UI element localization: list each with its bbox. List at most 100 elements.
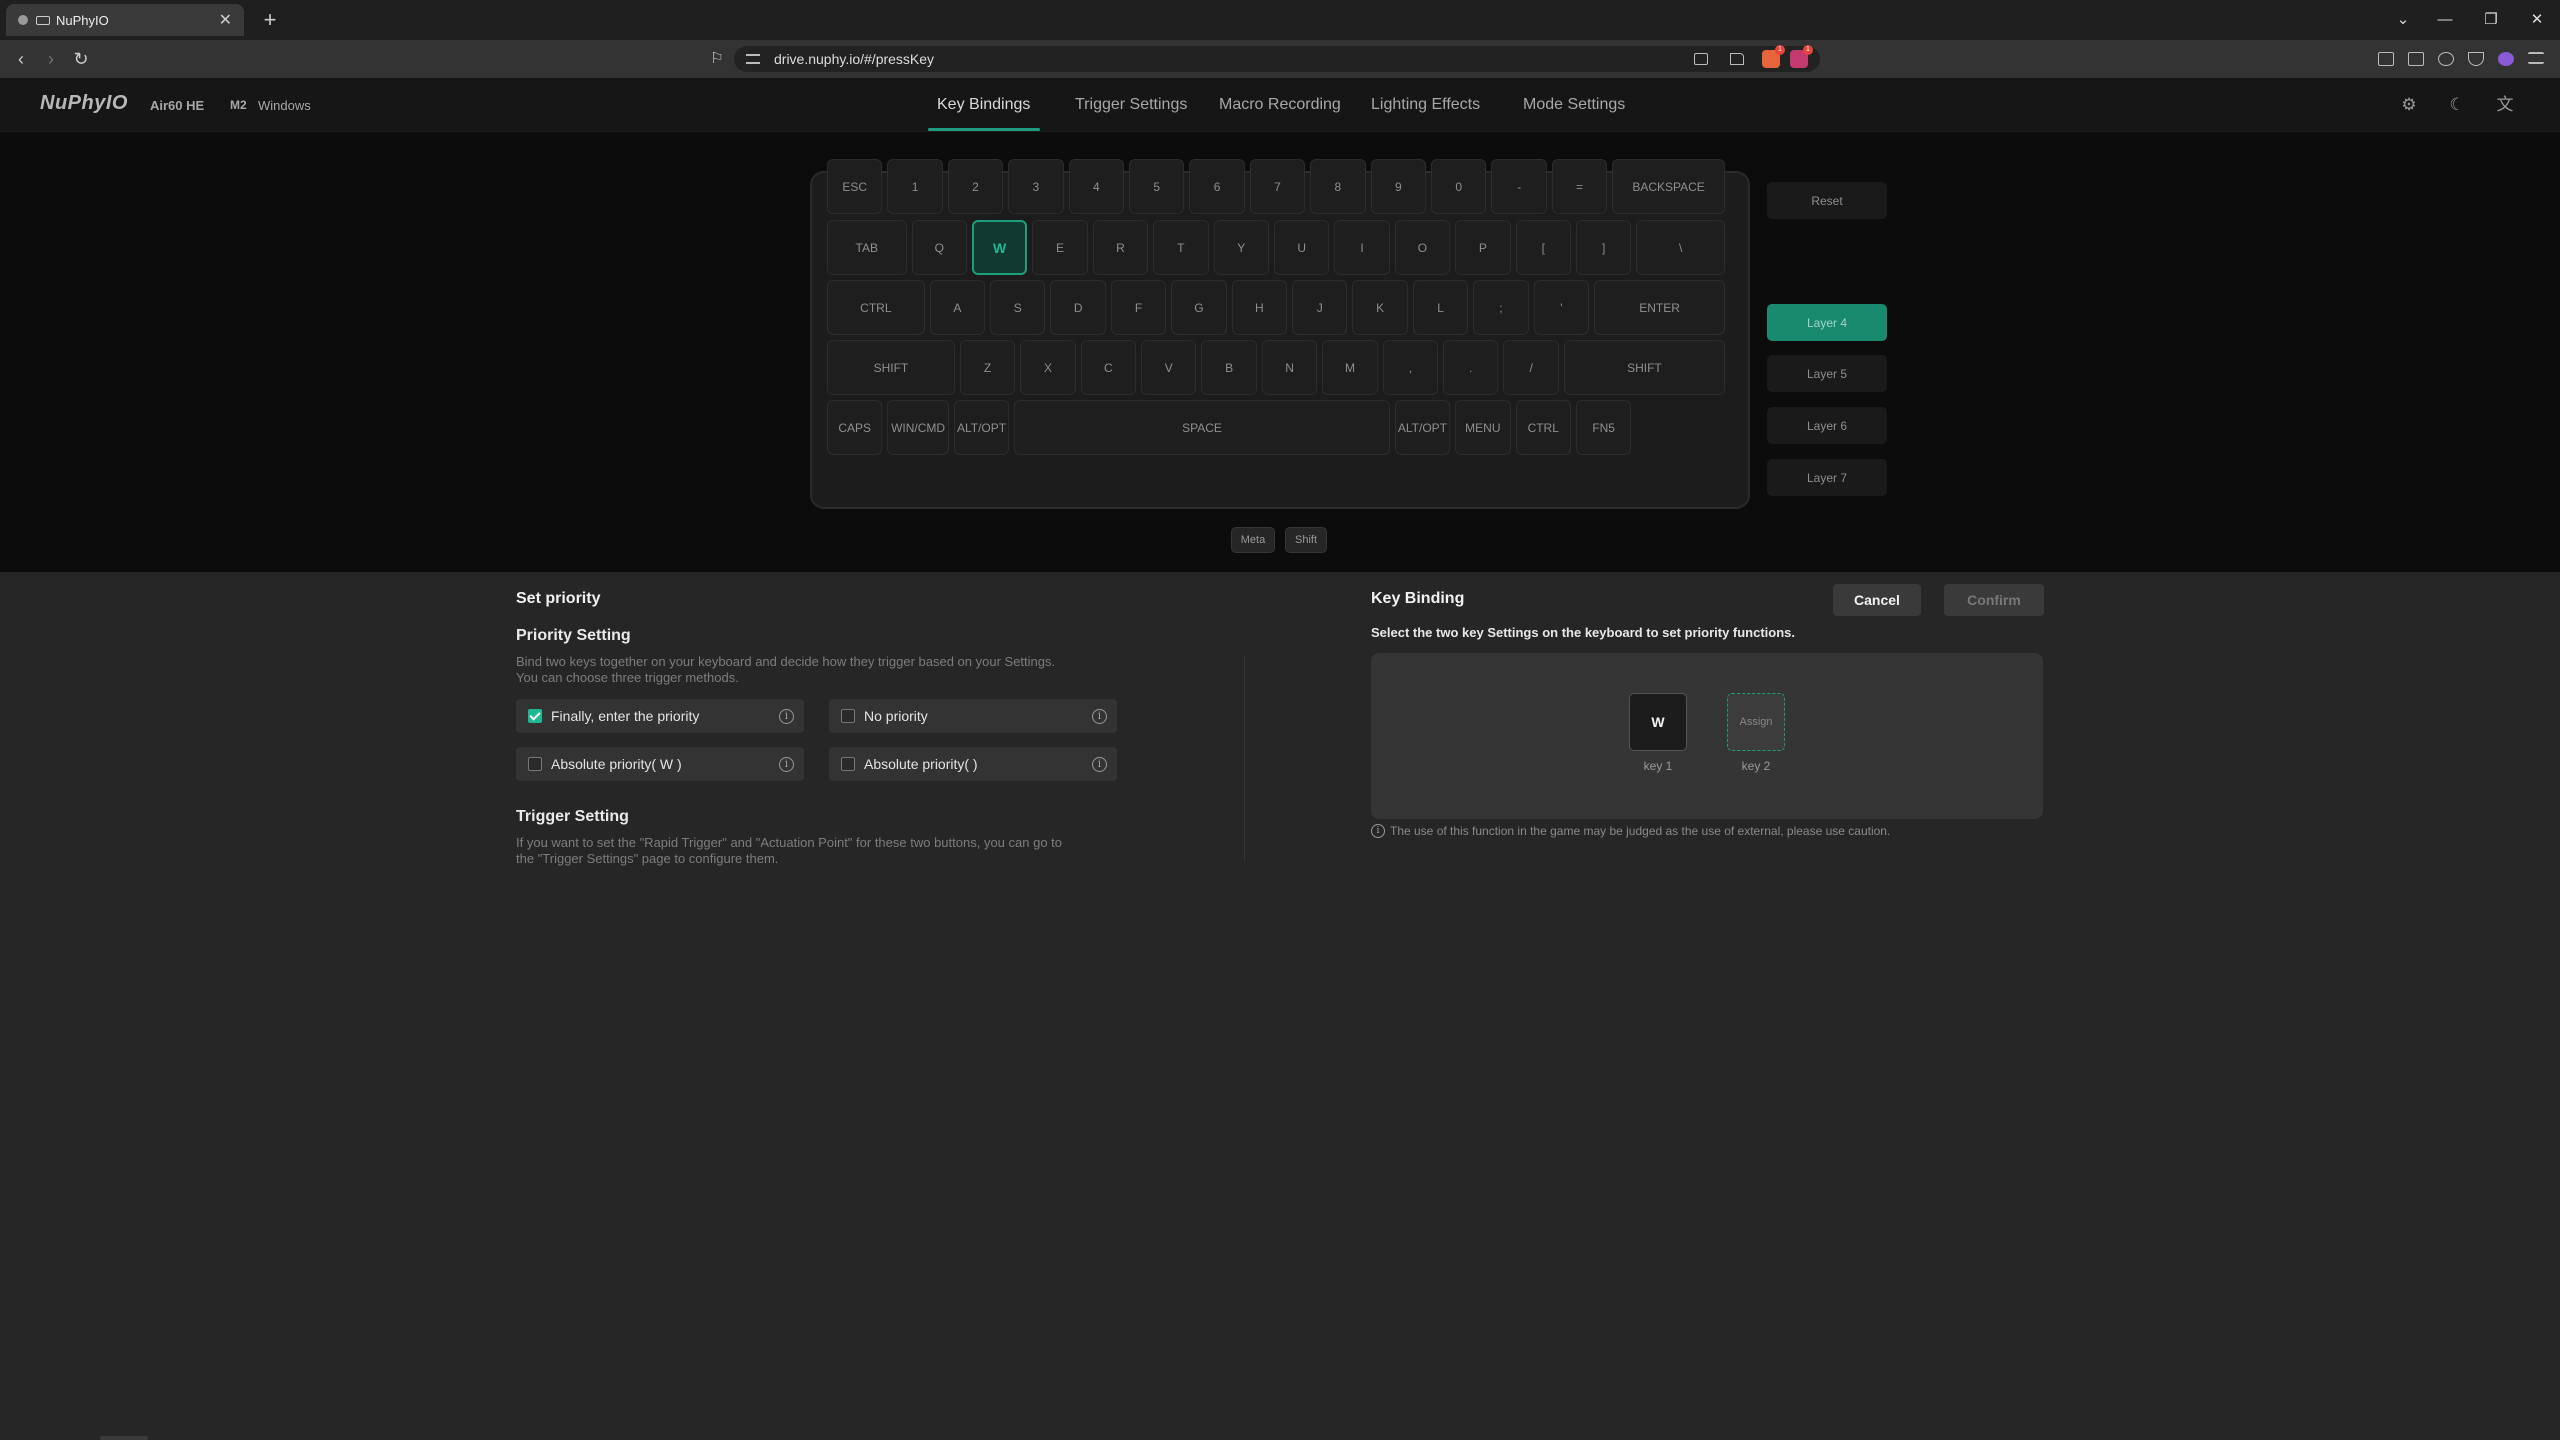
key-y[interactable]: Y xyxy=(1213,220,1269,275)
key-ctrl[interactable]: CTRL xyxy=(1515,400,1571,455)
key-fn5[interactable]: FN5 xyxy=(1575,400,1632,455)
info-icon[interactable]: i xyxy=(1092,756,1107,772)
key-[interactable]: ' xyxy=(1533,280,1590,335)
key-e[interactable]: E xyxy=(1032,220,1088,275)
key-a[interactable]: A xyxy=(929,280,986,335)
key-[interactable]: = xyxy=(1551,159,1608,214)
restore-icon[interactable]: ❐ xyxy=(2468,0,2514,40)
key-7[interactable]: 7 xyxy=(1249,159,1306,214)
checkbox-checked-icon[interactable] xyxy=(528,709,542,723)
tab-key-bindings[interactable]: Key Bindings xyxy=(937,96,1030,114)
key-j[interactable]: J xyxy=(1292,280,1348,335)
key-g[interactable]: G xyxy=(1171,280,1227,335)
device-mode[interactable]: M2 xyxy=(230,98,247,112)
key-[interactable]: . xyxy=(1443,340,1499,395)
profile-icon[interactable] xyxy=(2498,52,2514,66)
key-i[interactable]: I xyxy=(1334,220,1390,275)
key-m[interactable]: M xyxy=(1322,340,1378,395)
language-icon[interactable]: 文 xyxy=(2496,96,2514,114)
key-enter[interactable]: ENTER xyxy=(1594,280,1725,335)
key-n[interactable]: N xyxy=(1261,340,1318,395)
key-l[interactable]: L xyxy=(1412,280,1469,335)
option-absolute-priority-w[interactable]: Absolute priority( W ) i xyxy=(516,747,804,781)
key-1[interactable]: 1 xyxy=(887,159,943,214)
key-[interactable]: ] xyxy=(1575,220,1632,275)
key-0[interactable]: 0 xyxy=(1431,159,1487,214)
confirm-button[interactable]: Confirm xyxy=(1944,584,2044,616)
key-4[interactable]: 4 xyxy=(1068,159,1124,214)
brave-rewards-icon[interactable]: 1 xyxy=(1790,45,1813,68)
shift-modifier-key[interactable]: Shift xyxy=(1285,527,1327,553)
key-[interactable]: \ xyxy=(1636,220,1725,275)
key-s[interactable]: S xyxy=(990,280,1046,335)
key-t[interactable]: T xyxy=(1153,220,1209,275)
key-h[interactable]: H xyxy=(1231,280,1288,335)
info-icon[interactable]: i xyxy=(1092,708,1107,724)
option-absolute-priority-empty[interactable]: Absolute priority( ) i xyxy=(829,747,1117,781)
settings-gear-icon[interactable]: ⚙ xyxy=(2400,96,2418,114)
layer-6-button[interactable]: Layer 6 xyxy=(1767,407,1887,444)
checkbox-icon[interactable] xyxy=(528,757,542,771)
key-x[interactable]: X xyxy=(1020,340,1076,395)
option-no-priority[interactable]: No priority i xyxy=(829,699,1117,733)
leo-ai-icon[interactable] xyxy=(2438,52,2454,66)
device-os[interactable]: Windows xyxy=(258,98,311,113)
tab-search-icon[interactable]: ⌄ xyxy=(2380,0,2426,40)
checkbox-icon[interactable] xyxy=(841,709,855,723)
device-model[interactable]: Air60 HE xyxy=(150,98,204,113)
url-text[interactable]: drive.nuphy.io/#/pressKey xyxy=(774,51,1672,67)
key-[interactable]: ; xyxy=(1473,280,1529,335)
key-shift[interactable]: SHIFT xyxy=(827,340,955,395)
horizontal-scroll-thumb[interactable] xyxy=(100,1436,148,1440)
key-esc[interactable]: ESC xyxy=(827,159,883,214)
key-v[interactable]: V xyxy=(1141,340,1197,395)
cancel-button[interactable]: Cancel xyxy=(1833,584,1921,616)
key-[interactable]: / xyxy=(1503,340,1559,395)
key-q[interactable]: Q xyxy=(911,220,967,275)
key-alt-opt[interactable]: ALT/OPT xyxy=(1394,400,1451,455)
key-b[interactable]: B xyxy=(1201,340,1257,395)
info-icon[interactable]: i xyxy=(779,756,794,772)
key-r[interactable]: R xyxy=(1092,220,1149,275)
tab-lighting-effects[interactable]: Lighting Effects xyxy=(1371,96,1480,114)
wallet-icon[interactable] xyxy=(2408,52,2424,66)
key-z[interactable]: Z xyxy=(959,340,1016,395)
new-tab-button[interactable]: + xyxy=(256,6,284,34)
key-2[interactable]: 2 xyxy=(947,159,1004,214)
key-[interactable]: [ xyxy=(1515,220,1571,275)
key-tab[interactable]: TAB xyxy=(827,220,907,275)
key-d[interactable]: D xyxy=(1050,280,1106,335)
checkbox-icon[interactable] xyxy=(841,757,855,771)
key-space[interactable]: SPACE xyxy=(1014,400,1390,455)
key-o[interactable]: O xyxy=(1394,220,1451,275)
key-shift[interactable]: SHIFT xyxy=(1563,340,1725,395)
key-8[interactable]: 8 xyxy=(1310,159,1366,214)
key-3[interactable]: 3 xyxy=(1008,159,1064,214)
key-alt-opt[interactable]: ALT/OPT xyxy=(953,400,1010,455)
key-ctrl[interactable]: CTRL xyxy=(827,280,925,335)
key-5[interactable]: 5 xyxy=(1129,159,1185,214)
browser-tab[interactable]: NuPhyIO ✕ xyxy=(6,4,244,36)
menu-icon[interactable] xyxy=(2528,52,2544,64)
window-close-icon[interactable]: ✕ xyxy=(2514,0,2560,40)
key-caps[interactable]: CAPS xyxy=(827,400,883,455)
vpn-shield-icon[interactable] xyxy=(2468,52,2484,66)
key-1-slot[interactable]: W xyxy=(1629,693,1687,751)
key-2-assign-slot[interactable]: Assign xyxy=(1727,693,1785,751)
address-bar[interactable]: drive.nuphy.io/#/pressKey 1 1 xyxy=(734,45,1820,72)
key-p[interactable]: P xyxy=(1455,220,1511,275)
forward-icon[interactable]: › xyxy=(38,46,64,72)
bookmark-icon[interactable]: ⚐ xyxy=(704,46,730,72)
brave-shields-icon[interactable]: 1 xyxy=(1762,45,1785,68)
key-win-cmd[interactable]: WIN/CMD xyxy=(887,400,949,455)
share-icon[interactable] xyxy=(1730,53,1744,65)
key-c[interactable]: C xyxy=(1080,340,1137,395)
key-f[interactable]: F xyxy=(1110,280,1167,335)
layer-7-button[interactable]: Layer 7 xyxy=(1767,459,1887,496)
tab-trigger-settings[interactable]: Trigger Settings xyxy=(1075,96,1187,114)
key-backspace[interactable]: BACKSPACE xyxy=(1612,159,1725,214)
back-icon[interactable]: ‹ xyxy=(8,46,34,72)
reload-icon[interactable]: ↻ xyxy=(68,46,94,72)
key-9[interactable]: 9 xyxy=(1370,159,1426,214)
meta-modifier-key[interactable]: Meta xyxy=(1231,527,1275,553)
